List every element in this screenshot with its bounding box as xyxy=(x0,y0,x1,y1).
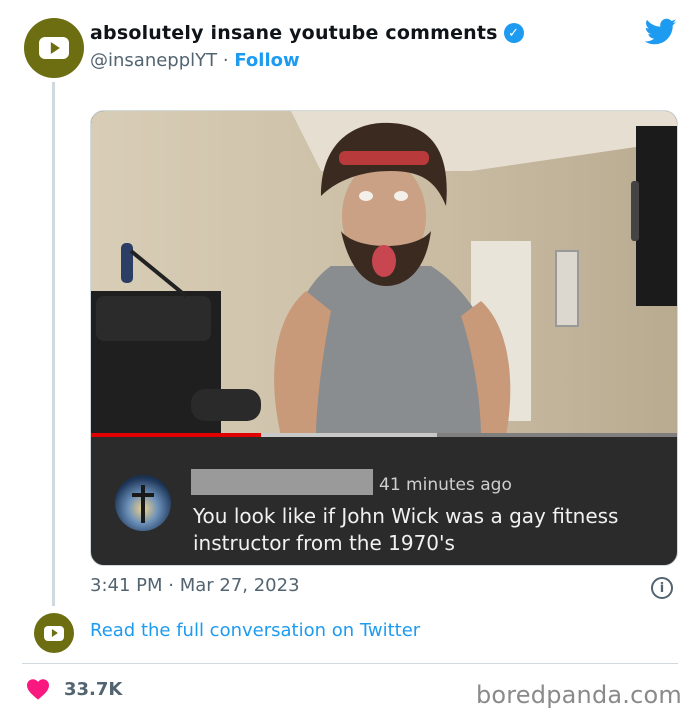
divider xyxy=(22,663,678,664)
user-handle[interactable]: @insanepplYT xyxy=(90,50,217,71)
cross-icon xyxy=(141,485,145,523)
tweet-timestamp[interactable]: 3:41 PM · Mar 27, 2023 xyxy=(90,575,300,596)
commenter-avatar[interactable] xyxy=(115,475,171,531)
youtube-play-icon xyxy=(39,37,69,59)
likes-row[interactable]: 33.7K xyxy=(26,678,122,700)
likes-count: 33.7K xyxy=(64,678,123,700)
display-name-row[interactable]: absolutely insane youtube comments ✓ xyxy=(90,22,524,44)
thread-line xyxy=(52,82,55,606)
embedded-screenshot[interactable]: 41 minutes ago You look like if John Wic… xyxy=(90,110,678,566)
video-buffer-indicator xyxy=(260,433,437,437)
youtube-play-icon xyxy=(44,625,64,641)
verified-badge-icon: ✓ xyxy=(503,23,524,43)
comment-time: 41 minutes ago xyxy=(379,475,512,495)
watermark-text: boredpanda.com xyxy=(475,681,682,709)
conversation-avatar[interactable] xyxy=(34,613,74,653)
profile-avatar[interactable] xyxy=(24,18,84,78)
read-conversation-link[interactable]: Read the full conversation on Twitter xyxy=(90,620,420,641)
follow-button[interactable]: Follow xyxy=(234,50,299,71)
redacted-username xyxy=(191,469,373,495)
video-progress-fill xyxy=(91,433,261,437)
display-name[interactable]: absolutely insane youtube comments xyxy=(90,22,498,44)
comment-text: You look like if John Wick was a gay fit… xyxy=(193,504,619,555)
info-icon[interactable]: i xyxy=(651,577,673,599)
video-progress-bar[interactable] xyxy=(91,433,677,437)
video-still-photo xyxy=(91,111,677,436)
twitter-bird-icon[interactable] xyxy=(645,18,677,46)
separator: · xyxy=(222,50,229,71)
handle-row: @insanepplYT · Follow xyxy=(90,50,300,71)
heart-icon[interactable] xyxy=(26,678,50,700)
